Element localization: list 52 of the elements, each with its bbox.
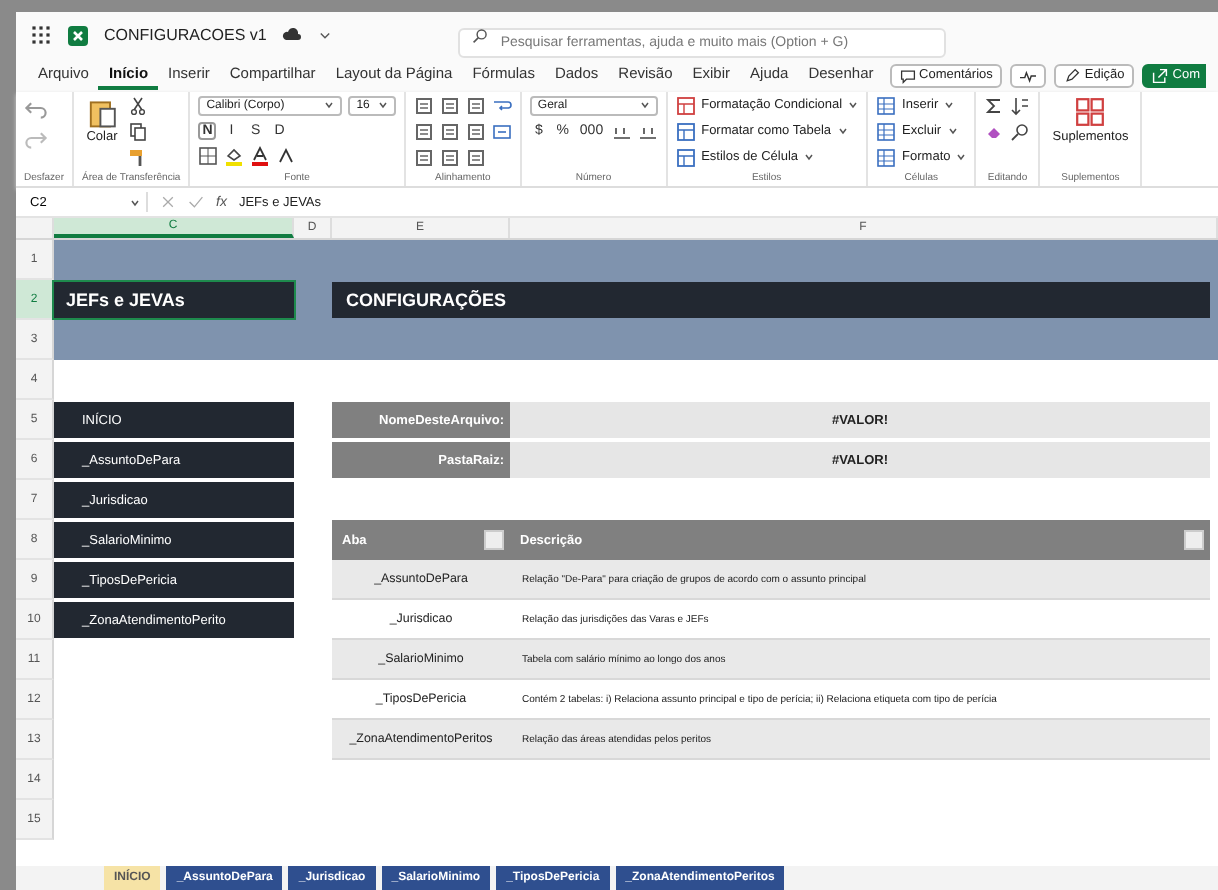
borders-icon[interactable] [198, 145, 219, 166]
app-launcher-icon[interactable] [32, 25, 52, 46]
document-title: CONFIGURACOES v1 [104, 26, 267, 45]
table-style-icon[interactable] [675, 95, 696, 116]
sort-icon[interactable] [1010, 95, 1031, 116]
cloud-sync-icon[interactable] [282, 25, 303, 46]
caret-icon [130, 197, 140, 208]
caret-icon [804, 152, 815, 163]
table-cells-icon[interactable] [876, 95, 897, 116]
align-icon[interactable] [439, 121, 460, 142]
grid-icon [1074, 95, 1107, 128]
table-cells-icon[interactable] [876, 147, 897, 168]
table-style-icon[interactable] [675, 121, 696, 142]
filter-button[interactable] [484, 530, 504, 551]
table-cells-icon[interactable] [876, 121, 897, 142]
caret-icon [956, 152, 967, 163]
share-icon[interactable] [1152, 67, 1169, 84]
spreadsheet-app-icon [68, 25, 88, 46]
fill-color-icon[interactable] [224, 145, 245, 166]
page-title: CONFIGURAÇÕES [332, 282, 1210, 319]
comment-icon[interactable] [899, 67, 916, 84]
search-icon[interactable] [1010, 121, 1031, 142]
caret-icon [837, 126, 848, 137]
check-icon[interactable] [188, 194, 204, 211]
align-icon[interactable] [439, 147, 460, 168]
caret-icon [848, 100, 859, 111]
font-color-icon[interactable] [250, 145, 271, 166]
merge-icon[interactable] [491, 121, 512, 142]
table-style-icon[interactable] [675, 147, 696, 168]
autosum-icon[interactable] [984, 95, 1005, 116]
pencil-icon[interactable] [1064, 67, 1081, 84]
wrap-icon[interactable] [491, 95, 512, 116]
chevron-down-icon[interactable] [318, 28, 333, 43]
copy-icon[interactable] [128, 121, 149, 142]
align-icon[interactable] [413, 121, 434, 142]
caret-icon [324, 100, 335, 111]
selected-title-cell[interactable]: JEFs e JEVAs [54, 282, 294, 319]
caret-icon [377, 100, 388, 111]
cut-icon[interactable] [128, 95, 149, 116]
align-icon[interactable] [439, 95, 460, 116]
caret-icon [639, 100, 650, 111]
align-icon[interactable] [465, 95, 486, 116]
align-icon[interactable] [413, 147, 434, 168]
filter-button[interactable] [1184, 530, 1204, 551]
align-icon[interactable] [465, 121, 486, 142]
align-icon[interactable] [465, 147, 486, 168]
search-icon [472, 27, 489, 44]
caret-icon [944, 100, 955, 111]
activity-icon [1020, 67, 1037, 84]
caret-icon [947, 126, 958, 137]
activity-button[interactable] [1010, 63, 1047, 88]
align-icon[interactable] [413, 95, 434, 116]
